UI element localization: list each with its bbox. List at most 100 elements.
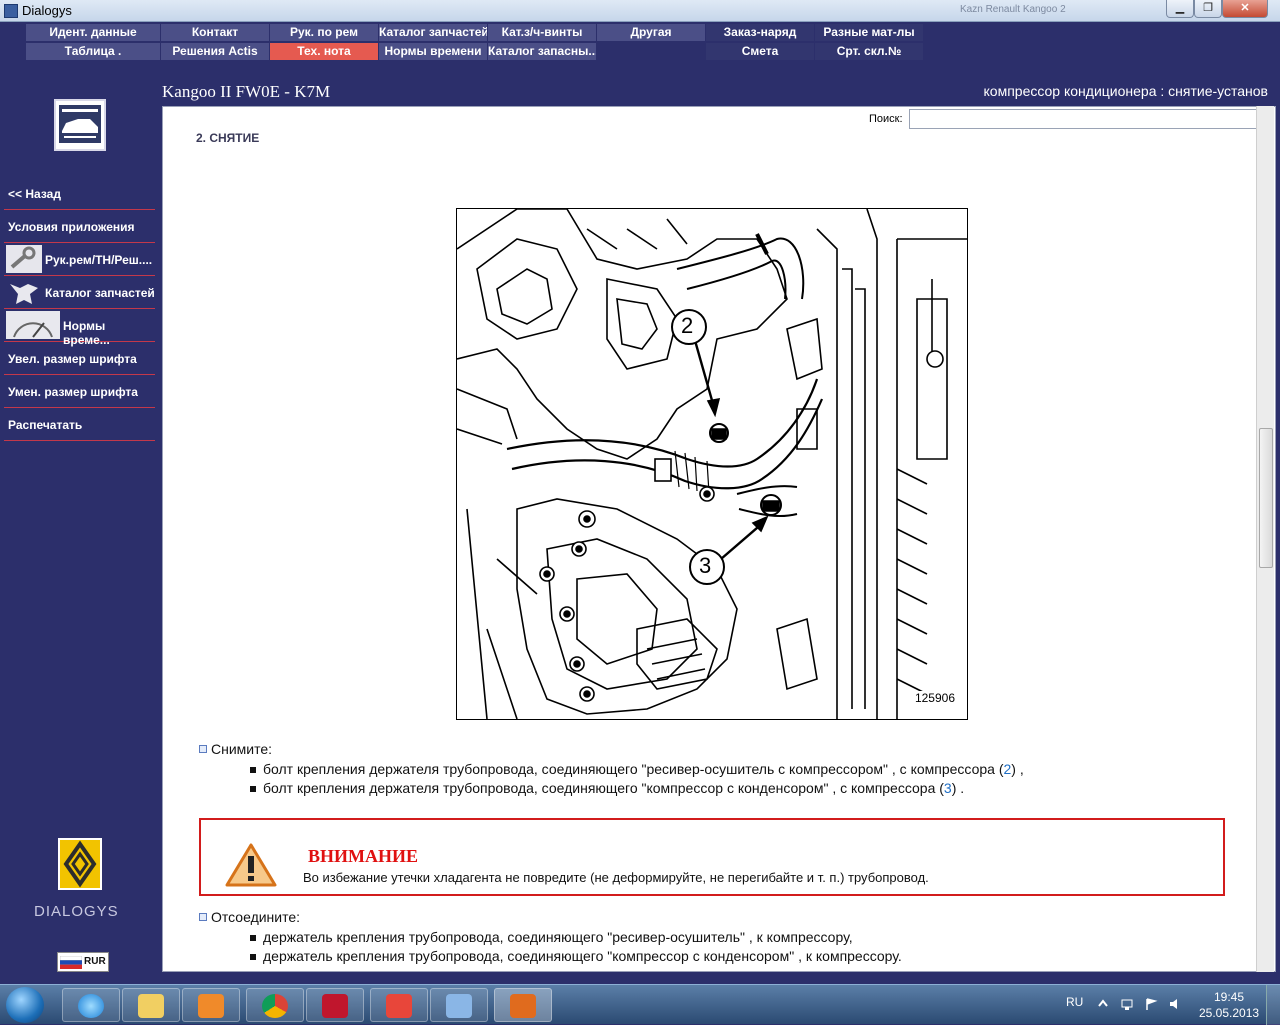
operation-title: компрессор кондиционера : снятие-установ xyxy=(983,83,1268,99)
menu-misc-materials[interactable]: Разные мат-лы xyxy=(815,24,923,41)
app-icon xyxy=(4,4,18,18)
wrench-icon xyxy=(6,245,42,273)
taskbar-sound[interactable] xyxy=(430,988,488,1022)
sidebar-item-print[interactable]: Распечатать xyxy=(4,408,155,441)
scrollbar-thumb[interactable] xyxy=(1259,428,1273,568)
sidebar-item-font-decrease[interactable]: Умен. размер шрифта xyxy=(4,375,155,408)
clock-time[interactable]: 19:45 xyxy=(1214,990,1244,1004)
network-icon[interactable] xyxy=(1120,997,1134,1011)
taskbar-media-player[interactable] xyxy=(182,988,240,1022)
sidebar-item-label: << Назад xyxy=(8,187,61,201)
search-label: Поиск: xyxy=(869,113,903,125)
list-item-tail: ) , xyxy=(1011,761,1024,777)
list-checkbox-icon xyxy=(199,745,207,753)
top-menu: Идент. данные Контакт Рук. по рем Катало… xyxy=(0,22,1280,80)
vertical-scrollbar[interactable] xyxy=(1256,106,1274,972)
document-panel: Поиск: 2. СНЯТИЕ 2 3 125906 Снимите: бол… xyxy=(162,106,1276,972)
list-item: держатель крепления трубопровода, соедин… xyxy=(263,929,853,945)
clock-date[interactable]: 25.05.2013 xyxy=(1199,1006,1259,1020)
taskbar-internet-explorer[interactable] xyxy=(62,988,120,1022)
window-titlebar: Dialogys Kazn Renault Kangoo 2 ▁ ❐ ✕ xyxy=(0,0,1280,22)
flag-icon[interactable] xyxy=(1144,997,1158,1011)
dialogys-logo: DIALOGYS xyxy=(34,903,119,920)
sidebar-item-label: Условия приложения xyxy=(8,220,135,234)
list-item: держатель крепления трубопровода, соедин… xyxy=(263,948,902,964)
taskbar-file-explorer[interactable] xyxy=(122,988,180,1022)
reference-link[interactable]: 3 xyxy=(944,780,952,796)
menu-repair-manual[interactable]: Рук. по рем xyxy=(270,24,378,41)
remove-heading: Снимите: xyxy=(211,741,273,757)
bullet-icon xyxy=(250,767,256,773)
sidebar-item-labour-times[interactable]: Нормы време... xyxy=(4,309,155,347)
callout-3-label: 3 xyxy=(699,553,712,578)
bullet-icon xyxy=(250,935,256,941)
sidebar-item-conditions[interactable]: Условия приложения xyxy=(4,210,155,243)
media-player-icon xyxy=(198,994,224,1018)
menu-tech-note[interactable]: Тех. нота xyxy=(270,43,378,60)
yandex-icon xyxy=(386,994,412,1018)
figure-code: 125906 xyxy=(912,691,957,705)
menu-parts-catalog[interactable]: Каталог запчастей xyxy=(379,24,487,41)
show-desktop-button[interactable] xyxy=(1266,985,1280,1025)
section-title: 2. СНЯТИЕ xyxy=(196,131,260,145)
menu-other[interactable]: Другая xyxy=(597,24,705,41)
parts-catalog-icon xyxy=(6,278,42,306)
list-item: болт крепления держателя трубопровода, с… xyxy=(263,761,1024,777)
russia-flag-icon xyxy=(59,955,83,969)
sidebar-item-repair-manual[interactable]: Рук.рем/ТН/Реш.... xyxy=(4,243,155,276)
list-checkbox-icon xyxy=(199,913,207,921)
minimize-button[interactable]: ▁ xyxy=(1166,0,1194,18)
bullet-icon xyxy=(250,954,256,960)
sidebar-item-label: Рук.рем/ТН/Реш.... xyxy=(45,253,153,267)
currency-label: RUR xyxy=(84,956,106,967)
warning-text: Во избежание утечки хладагента не повред… xyxy=(303,870,929,885)
disconnect-heading: Отсоедините: xyxy=(211,909,301,925)
sidebar-item-parts-catalog[interactable]: Каталог запчастей xyxy=(4,276,155,309)
taskbar-chrome[interactable] xyxy=(246,988,304,1022)
internet-explorer-icon xyxy=(78,994,104,1018)
menu-labour-times[interactable]: Нормы времени xyxy=(379,43,487,60)
java-icon xyxy=(510,994,536,1018)
menu-spare-parts-catalog[interactable]: Каталог запасны... xyxy=(488,43,596,60)
sidebar-item-font-increase[interactable]: Увел. размер шрифта xyxy=(4,342,155,375)
warning-icon xyxy=(225,842,277,888)
bullet-icon xyxy=(250,786,256,792)
taskbar-java-app[interactable] xyxy=(494,988,552,1022)
menu-estimate[interactable]: Смета xyxy=(706,43,814,60)
sidebar-item-label: Каталог запчастей xyxy=(45,286,155,300)
list-item-tail: ) . xyxy=(951,780,965,796)
renault-logo xyxy=(58,838,102,890)
background-window-title: Kazn Renault Kangoo 2 xyxy=(960,4,1066,15)
search-input[interactable] xyxy=(909,109,1267,129)
start-button[interactable] xyxy=(6,987,44,1023)
sidebar-item-back[interactable]: << Назад xyxy=(4,177,155,210)
list-item: болт крепления держателя трубопровода, с… xyxy=(263,780,964,796)
compressor-diagram: 2 3 125906 xyxy=(456,208,968,720)
taskbar-yandex[interactable] xyxy=(370,988,428,1022)
language-indicator[interactable]: RU xyxy=(1066,995,1083,1009)
volume-icon[interactable] xyxy=(1168,997,1182,1011)
folder-icon xyxy=(138,994,164,1018)
chrome-icon xyxy=(262,994,288,1018)
menu-stock-number[interactable]: Срт. скл.№ xyxy=(815,43,923,60)
warning-title: ВНИМАНИЕ xyxy=(308,846,419,866)
stopwatch-icon xyxy=(6,311,60,339)
menu-table[interactable]: Таблица . xyxy=(26,43,160,60)
menu-work-order[interactable]: Заказ-наряд xyxy=(706,24,814,41)
vehicle-title: Kangoo II FW0E - K7M xyxy=(162,82,331,101)
menu-actis-solutions[interactable]: Решения Actis xyxy=(161,43,269,60)
taskbar-kaspersky[interactable] xyxy=(306,988,364,1022)
kaspersky-icon xyxy=(322,994,348,1018)
menu-ident-data[interactable]: Идент. данные xyxy=(26,24,160,41)
sidebar-item-label: Увел. размер шрифта xyxy=(8,352,137,366)
maximize-button[interactable]: ❐ xyxy=(1194,0,1222,18)
warning-box: ВНИМАНИЕ Во избежание утечки хладагента … xyxy=(199,818,1225,896)
currency-button[interactable]: RUR xyxy=(57,952,109,972)
close-button[interactable]: ✕ xyxy=(1222,0,1268,18)
list-item-text: болт крепления держателя трубопровода, с… xyxy=(263,780,944,796)
menu-contact[interactable]: Контакт xyxy=(161,24,269,41)
list-item-text: болт крепления держателя трубопровода, с… xyxy=(263,761,1004,777)
workshop-manual-logo xyxy=(54,99,106,151)
tray-arrow-icon[interactable] xyxy=(1096,997,1110,1011)
menu-bolts-catalog[interactable]: Кат.з/ч-винты xyxy=(488,24,596,41)
